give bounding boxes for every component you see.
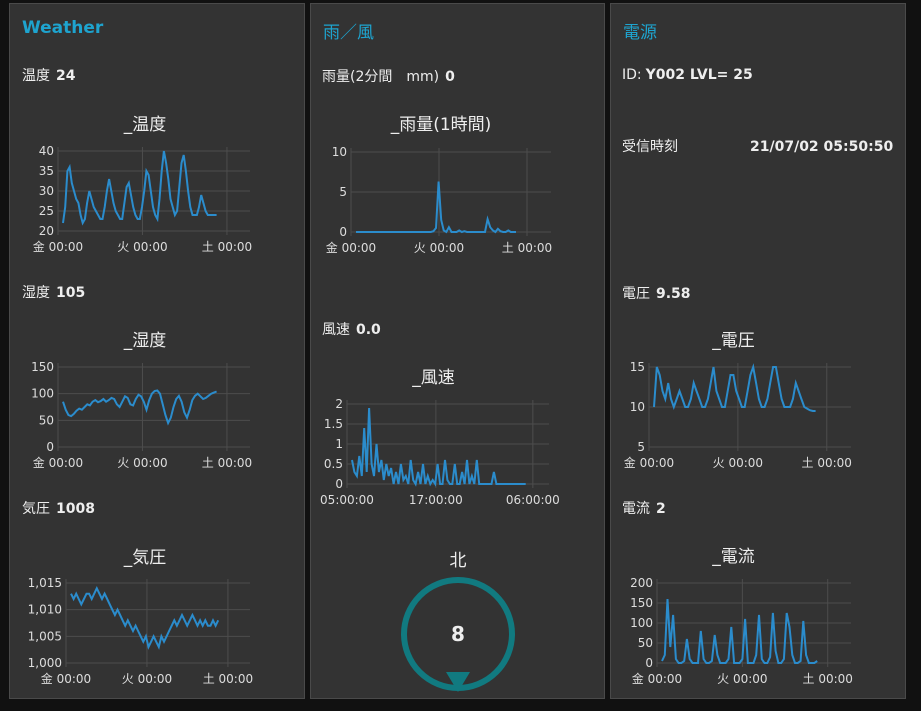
x-tick-label: 金 00:00	[624, 455, 674, 470]
series-line	[356, 181, 516, 234]
current-readout: 電流 2	[622, 498, 666, 518]
rain-label: 雨量(2分間 mm)	[322, 69, 440, 85]
x-tick-label: 土 00:00	[803, 672, 853, 686]
received-label: 受信時刻	[622, 139, 678, 155]
y-tick-label: 150	[31, 360, 54, 374]
rain-value: 0	[445, 69, 455, 85]
x-tick-label: 火 00:00	[713, 456, 763, 470]
y-tick-label: 40	[39, 144, 54, 158]
weather-title: Weather	[22, 18, 104, 38]
x-tick-label: 金 00:00	[632, 671, 682, 686]
series-line	[653, 363, 816, 412]
pressure-chart: 1,015 1,010 1,005 1,000金 00:00 火 00:00 土 00:0…	[28, 576, 253, 686]
y-tick-label: 100	[630, 616, 653, 630]
x-tick-label: 土 00:00	[502, 241, 552, 255]
y-tick-label: 1,010	[28, 603, 62, 617]
temp-value: 24	[56, 68, 76, 84]
temp-readout: 温度 24	[22, 65, 75, 85]
x-tick-label: 06:00:00	[506, 493, 560, 507]
wind-label: 風速	[322, 322, 350, 338]
received-value: 21/07/02 05:50:50	[750, 139, 894, 155]
voltage-label: 電圧	[622, 286, 650, 302]
x-tick-label: 金 00:00	[33, 455, 83, 470]
y-tick-label: 25	[39, 204, 54, 218]
pressure-readout: 気圧 1008	[22, 498, 95, 518]
y-tick-label: 10	[630, 400, 645, 414]
wind-direction-label: 北	[449, 551, 467, 571]
y-tick-label: 50	[39, 413, 54, 427]
y-tick-label: 0.5	[324, 457, 343, 471]
y-tick-label: 15	[630, 360, 645, 374]
x-tick-label: 17:00:00	[409, 493, 463, 507]
x-tick-label: 金 00:00	[41, 671, 91, 686]
pressure-label: 気圧	[22, 501, 50, 517]
y-tick-label: 1	[335, 437, 343, 451]
series-line	[62, 389, 217, 426]
y-tick-label: 20	[39, 224, 54, 238]
id-readout: ID: Y002 LVL= 25	[622, 67, 753, 83]
y-tick-label: 5	[339, 185, 347, 199]
id-value: Y002 LVL= 25	[645, 67, 753, 83]
y-tick-label: 50	[638, 636, 653, 650]
x-tick-label: 土 00:00	[203, 672, 253, 686]
wind-direction-gauge: 8	[401, 577, 515, 692]
voltage-chart: 15 10 5金 00:00 火 00:00 土 00:00	[624, 360, 852, 470]
y-tick-label: 2	[335, 397, 343, 411]
series-line	[661, 598, 818, 664]
pressure-value: 1008	[56, 501, 95, 517]
y-tick-label: 30	[39, 184, 54, 198]
x-tick-label: 金 00:00	[326, 240, 376, 255]
y-tick-label: 0	[335, 477, 343, 491]
temp-chart: 40 35 30 25 20金 00:00 火 00:00 土 00:00	[33, 144, 252, 254]
rain-chart: 10 5 0金 00:00 火 00:00 土 00:00	[326, 145, 552, 255]
rain-wind-panel: 雨／風 雨量(2分間 mm) 0 _雨量(1時間) 10 5 0 金 00:00 火 00…	[310, 3, 605, 699]
wind-value: 0.0	[356, 322, 381, 338]
x-tick-label: 土 00:00	[802, 456, 852, 470]
x-tick-label: 05:00:00	[320, 493, 374, 507]
current-chart: 200 150 100 50 0金 00:00 火 00:00 土 00:00	[630, 576, 853, 686]
x-tick-label: 火 00:00	[414, 241, 464, 255]
y-tick-label: 200	[630, 576, 653, 590]
y-tick-label: 0	[339, 225, 347, 239]
y-tick-label: 1,005	[28, 629, 62, 643]
rain-wind-title: 雨／風	[323, 23, 374, 43]
wind-chart: 2 1.5 1 0.5 0 05:00:00 17:00:00 06:00:00	[320, 397, 560, 507]
y-tick-label: 1,000	[28, 656, 62, 670]
temp-label: 温度	[22, 68, 50, 84]
x-tick-label: 金 00:00	[33, 239, 83, 254]
y-tick-label: 1,015	[28, 576, 62, 590]
voltage-readout: 電圧 9.58	[622, 283, 691, 303]
power-panel: 電源 ID: Y002 LVL= 25 受信時刻 21/07/02 05:50:5…	[610, 3, 906, 699]
x-tick-label: 土 00:00	[202, 456, 252, 470]
series-line	[351, 407, 526, 487]
y-tick-label: 100	[31, 387, 54, 401]
y-tick-label: 1.5	[324, 417, 343, 431]
x-tick-label: 火 00:00	[117, 240, 167, 254]
y-tick-label: 0	[645, 656, 653, 670]
humidity-chart: 150 100 50 0金 00:00 火 00:00 土 00:00	[31, 360, 252, 470]
x-tick-label: 火 00:00	[717, 672, 767, 686]
series-line	[62, 150, 217, 226]
series-line	[70, 585, 220, 650]
x-tick-label: 火 00:00	[122, 672, 172, 686]
rain-readout: 雨量(2分間 mm) 0	[322, 66, 455, 86]
gauge-value: 8	[451, 622, 465, 646]
y-tick-label: 35	[39, 164, 54, 178]
wind-readout: 風速 0.0	[322, 319, 381, 339]
weather-panel: Weather 温度 24 _温度 40 35 30 25 20 金 00:00 火 00:0…	[9, 3, 305, 699]
power-title: 電源	[623, 23, 657, 43]
y-tick-label: 150	[630, 596, 653, 610]
humidity-label: 湿度	[22, 285, 50, 301]
current-label: 電流	[622, 501, 650, 517]
current-value: 2	[656, 501, 666, 517]
x-tick-label: 火 00:00	[117, 456, 167, 470]
y-tick-label: 0	[46, 440, 54, 454]
y-tick-label: 5	[637, 440, 645, 454]
voltage-value: 9.58	[656, 286, 691, 302]
y-tick-label: 10	[332, 145, 347, 159]
x-tick-label: 土 00:00	[202, 240, 252, 254]
id-label: ID:	[622, 67, 642, 83]
humidity-readout: 湿度 105	[22, 282, 85, 302]
humidity-value: 105	[56, 285, 86, 301]
